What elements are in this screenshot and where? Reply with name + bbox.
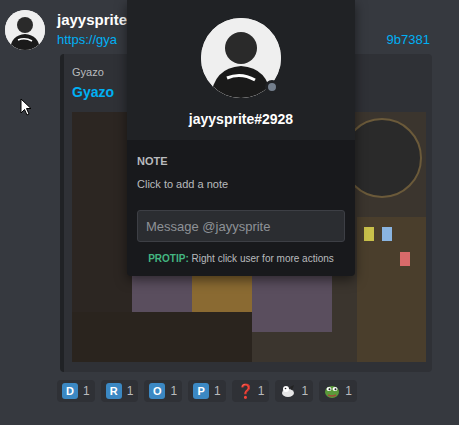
popout-header: jayysprite#2928 — [127, 0, 355, 140]
reaction-count: 1 — [214, 385, 221, 397]
regional-letter: P — [193, 383, 209, 399]
pepe-emoji-icon — [324, 383, 340, 399]
note-field[interactable]: Click to add a note — [137, 176, 345, 192]
mouse-cursor-icon — [20, 98, 32, 116]
avatar-photo-icon — [5, 10, 45, 50]
popout-username[interactable]: jayysprite#2928 — [189, 110, 293, 128]
reaction-count: 1 — [345, 385, 352, 397]
reaction[interactable]: P1 — [188, 380, 226, 402]
reaction[interactable]: O1 — [144, 380, 182, 402]
note-label: NOTE — [137, 154, 345, 168]
discord-chat: jayyspritehttps://gya9b7381GyazoGyazoD1R… — [0, 0, 459, 425]
reaction[interactable]: R1 — [101, 380, 139, 402]
custom-emoji-icon — [280, 383, 296, 399]
reactions: D1R1O1P1❓111 — [57, 380, 432, 402]
reaction-count: 1 — [301, 385, 308, 397]
status-dot — [265, 80, 279, 94]
author-avatar[interactable] — [5, 10, 45, 50]
reaction-count: 1 — [170, 385, 177, 397]
message-input[interactable] — [137, 210, 345, 242]
reaction[interactable]: 1 — [319, 380, 357, 402]
user-popout: jayysprite#2928 NOTE Click to add a note PR… — [127, 0, 355, 276]
reaction-count: 1 — [127, 385, 134, 397]
protip: PROTIP: Right click user for more action… — [137, 252, 345, 266]
reaction-count: 1 — [83, 385, 90, 397]
regional-letter: R — [106, 383, 122, 399]
question-emoji: ❓ — [237, 384, 253, 398]
regional-letter: O — [149, 383, 165, 399]
reaction-count: 1 — [258, 385, 265, 397]
regional-letter: D — [62, 383, 78, 399]
reaction[interactable]: D1 — [57, 380, 95, 402]
reaction[interactable]: ❓1 — [232, 380, 270, 402]
reaction[interactable]: 1 — [275, 380, 313, 402]
